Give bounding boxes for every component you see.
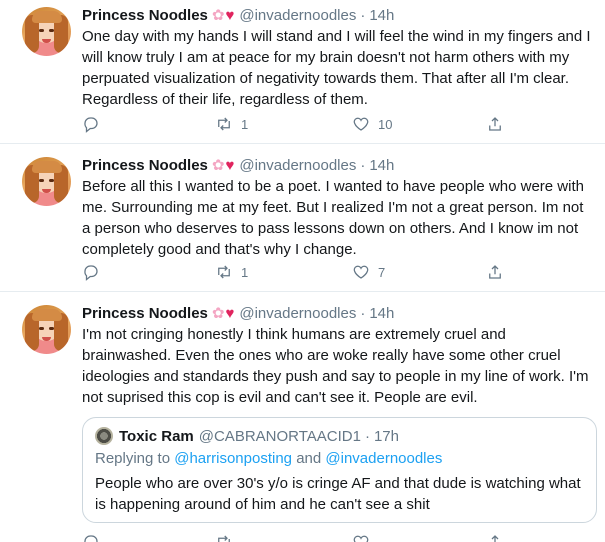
separator-dot: · <box>360 6 366 24</box>
retweet-icon <box>218 265 230 279</box>
tweet-actions: 1 10 <box>82 114 522 134</box>
like-count: 10 <box>378 116 393 132</box>
like-count: 7 <box>378 264 386 280</box>
avatar[interactable] <box>22 157 71 206</box>
replying-user-link[interactable]: @harrisonposting <box>174 450 292 467</box>
quoted-timestamp: 17h <box>373 427 399 445</box>
tweet-text: One day with my hands I will stand and I… <box>82 28 591 108</box>
separator-dot: · <box>364 427 370 445</box>
quoted-tweet[interactable]: Toxic Ram @CABRANORTAACID1 · 17h Replyin… <box>82 417 597 523</box>
tweet-header: Princess Noodles ✿ ♥ @invadernoodles · 1… <box>82 155 595 175</box>
tweet[interactable]: Princess Noodles ✿ ♥ @invadernoodles · 1… <box>0 292 605 542</box>
retweet-icon <box>218 117 230 131</box>
heart-icon <box>353 265 369 279</box>
replying-to-line: Replying to @harrisonposting and @invade… <box>95 448 586 469</box>
tweet-actions: 1 7 <box>82 262 522 282</box>
reply-button[interactable] <box>82 262 108 282</box>
retweet-button[interactable]: 1 <box>215 114 248 134</box>
cherry-blossom-icon: ✿ <box>211 305 225 322</box>
heart-emoji-icon: ♥ <box>225 304 235 322</box>
retweet-button[interactable]: 1 <box>215 262 248 282</box>
tweet-actions-partial <box>82 533 522 542</box>
separator-dot: · <box>360 304 366 322</box>
share-button[interactable] <box>486 114 504 134</box>
heart-emoji-icon: ♥ <box>225 156 235 174</box>
replying-prefix: Replying to <box>95 450 171 467</box>
heart-emoji-icon: ♥ <box>225 6 235 24</box>
share-icon <box>489 265 501 279</box>
quoted-avatar <box>95 427 113 445</box>
user-handle[interactable]: @invadernoodles <box>239 305 356 322</box>
tweet-header: Princess Noodles ✿ ♥ @invadernoodles · 1… <box>82 5 595 25</box>
retweet-count: 1 <box>241 264 249 280</box>
quoted-user-handle: @CABRANORTAACID1 <box>198 427 361 445</box>
like-button[interactable]: 7 <box>352 262 385 282</box>
quoted-tweet-text: People who are over 30's y/o is cringe A… <box>95 475 581 513</box>
retweet-count: 1 <box>241 116 249 132</box>
timestamp[interactable]: 14h <box>369 157 394 174</box>
display-name[interactable]: Princess Noodles <box>82 157 208 174</box>
display-name[interactable]: Princess Noodles <box>82 7 208 24</box>
replying-user-link[interactable]: @invadernoodles <box>325 450 442 467</box>
timestamp[interactable]: 14h <box>369 305 394 322</box>
cherry-blossom-icon: ✿ <box>211 157 225 174</box>
quoted-display-name: Toxic Ram <box>119 427 194 445</box>
reply-icon <box>84 117 98 133</box>
reply-icon <box>84 265 98 281</box>
tweet-text: I'm not cringing honestly I think humans… <box>82 326 589 406</box>
heart-icon[interactable] <box>352 533 370 542</box>
display-name[interactable]: Princess Noodles <box>82 305 208 322</box>
share-button[interactable] <box>486 262 504 282</box>
user-handle[interactable]: @invadernoodles <box>239 157 356 174</box>
cherry-blossom-icon: ✿ <box>211 7 225 24</box>
separator-dot: · <box>360 156 366 174</box>
heart-icon <box>353 117 369 131</box>
tweet-header: Princess Noodles ✿ ♥ @invadernoodles · 1… <box>82 303 595 323</box>
like-button[interactable]: 10 <box>352 114 392 134</box>
timestamp[interactable]: 14h <box>369 7 394 24</box>
replying-and: and <box>296 450 322 467</box>
retweet-icon[interactable] <box>215 533 233 542</box>
share-icon <box>489 117 501 131</box>
share-icon[interactable] <box>486 533 504 542</box>
avatar[interactable] <box>22 305 71 354</box>
tweet-text: Before all this I wanted to be a poet. I… <box>82 178 584 258</box>
reply-icon[interactable] <box>82 533 100 542</box>
user-handle[interactable]: @invadernoodles <box>239 7 356 24</box>
quoted-tweet-header: Toxic Ram @CABRANORTAACID1 · 17h <box>95 426 586 446</box>
reply-button[interactable] <box>82 114 108 134</box>
avatar[interactable] <box>22 7 71 56</box>
